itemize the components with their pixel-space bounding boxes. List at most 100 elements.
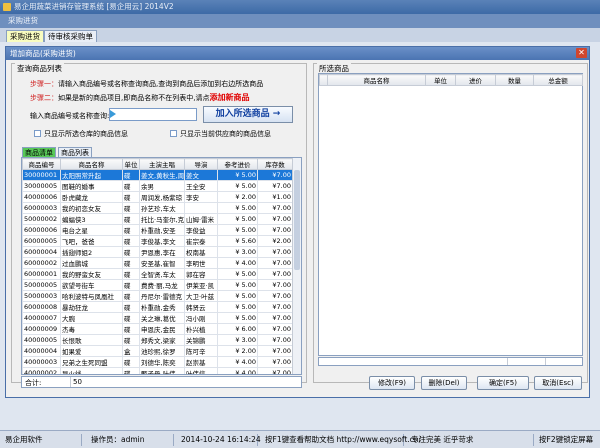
table-row[interactable]: 40000003 兄弟之生死同盟碟刘德华,陈奕 赵崇基 ¥ 4.00 ¥7.00 — [22, 356, 293, 368]
col-code[interactable]: 商品编号 — [22, 158, 61, 170]
table-cell: 卧虎藏龙 — [60, 191, 123, 203]
grid-vertical-scrollbar[interactable] — [292, 158, 301, 374]
scrollbar-thumb[interactable] — [294, 170, 300, 270]
table-cell: 杰毒 — [60, 323, 123, 335]
col-stock[interactable]: 库存数 — [257, 158, 293, 170]
table-cell: ¥ 5.00 — [217, 213, 258, 225]
table-row[interactable]: 50000002 蝙蝠侠3 碟托比·马奎尔,克 山姆·雷米 ¥ 5.00 ¥7.00 — [22, 213, 293, 225]
table-cell: ¥7.00 — [257, 345, 293, 357]
table-cell: 孙艺珍,车太 — [139, 202, 185, 214]
table-cell: ¥7.00 — [257, 312, 293, 324]
table-row[interactable]: 60000006 电台之星碟朴重勋,安圣 李俊益 ¥ 5.00 ¥7.00 — [22, 224, 293, 236]
table-cell: 冯小刚 — [184, 312, 218, 324]
checkbox-supplier-only[interactable]: 只显示当前供应商的商品信息 — [170, 129, 271, 139]
table-cell: 40000002 — [22, 367, 61, 374]
search-group-title: 查询商品列表 — [15, 63, 64, 74]
col-ref-price[interactable]: 参考进价 — [217, 158, 258, 170]
table-row[interactable]: 60000003 我的初恋女友碟孙艺珍,车太 ¥ 5.00 ¥7.00 — [22, 202, 293, 214]
grid-header-row: 商品编号 商品名称 单位 主演主唱 导演 参考进价 库存数 — [22, 158, 293, 170]
col-actors[interactable]: 主演主唱 — [139, 158, 185, 170]
table-cell — [184, 202, 218, 214]
tab-purchase[interactable]: 采购进货 — [6, 30, 44, 42]
table-cell: ¥7.00 — [257, 290, 293, 302]
sel-col-unit[interactable]: 单位 — [425, 74, 456, 86]
menu-item-purchase[interactable]: 采购进货 — [8, 16, 38, 25]
table-cell: 叶伟信 — [184, 367, 218, 374]
table-row[interactable]: 30000005 图鞋的婚事碟余男 王全安 ¥ 5.00 ¥7.00 — [22, 180, 293, 192]
table-cell: ¥7.00 — [257, 301, 293, 313]
search-input-label: 输入商品编号或名称查询: — [30, 112, 110, 120]
table-cell: 尹恩惠,李在 — [139, 246, 185, 258]
col-director[interactable]: 导演 — [184, 158, 218, 170]
table-row[interactable]: 40000007 大腕碟关之琳,葛优 冯小刚 ¥ 5.00 ¥7.00 — [22, 312, 293, 324]
dialog-title: 增加商品(采购进货) — [10, 49, 76, 58]
table-cell: 碟 — [122, 235, 140, 247]
tab-pending-review[interactable]: 待审核采购单 — [44, 30, 97, 42]
sel-col-name[interactable]: 商品名称 — [327, 74, 426, 86]
col-unit[interactable]: 单位 — [122, 158, 140, 170]
table-cell: 60000002 — [22, 257, 61, 269]
table-cell: 郑秀文,梁家 — [139, 334, 185, 346]
table-cell: 崔宗泰 — [184, 235, 218, 247]
table-cell: 40000007 — [22, 312, 61, 324]
table-row[interactable]: 40000005 长恨歌碟郑秀文,梁家 关锦鹏 ¥ 3.00 ¥7.00 — [22, 334, 293, 346]
table-row[interactable]: 50000005 欲望号街车碟费费·丽,马龙 伊莱亚·凯 ¥ 5.00 ¥7.00 — [22, 279, 293, 291]
close-icon[interactable]: ✕ — [576, 48, 587, 58]
table-cell: 插翅师姐2 — [60, 246, 123, 258]
table-row[interactable]: 60000005 飞吧，爸爸碟李俊基,李文 崔宗泰 ¥ 5.60 ¥2.00 — [22, 235, 293, 247]
table-cell: 碟 — [122, 180, 140, 192]
table-cell: 50000005 — [22, 279, 61, 291]
table-cell: 60000003 — [22, 202, 61, 214]
table-row[interactable]: 60000001 我的野蛮女友碟全智贤,车太 郭在容 ¥ 5.00 ¥7.00 — [22, 268, 293, 280]
table-cell: ¥ 5.00 — [217, 180, 258, 192]
table-cell: 60000006 — [22, 224, 61, 236]
checkbox-warehouse-only[interactable]: 只显示所选仓库的商品信息 — [34, 129, 128, 139]
table-row[interactable]: 60000008 暴劫狂龙碟朴重勋,金秀 韩贤云 ¥ 5.00 ¥7.00 — [22, 301, 293, 313]
table-cell: 30000005 — [22, 180, 61, 192]
table-cell: 碟 — [122, 169, 140, 181]
table-cell: 哈利波特与凤凰社 — [60, 290, 123, 302]
table-row[interactable]: 40000004 如果爱盒池珍熙,徐罗 陈可辛 ¥ 2.00 ¥7.00 — [22, 345, 293, 357]
table-cell: 姜文,黄秋生,周 — [139, 169, 185, 181]
table-cell: 碟 — [122, 301, 140, 313]
table-row[interactable]: 60000002 过血鹏城碟安圣基,崔智 李明世 ¥ 4.00 ¥7.00 — [22, 257, 293, 269]
table-cell: 赵崇基 — [184, 356, 218, 368]
table-cell: 甄子丹,叶伟 — [139, 367, 185, 374]
delete-button[interactable]: 删除(Del) — [421, 376, 467, 390]
checkbox-icon[interactable] — [34, 130, 41, 137]
add-new-product-link[interactable]: 添加新商品 — [209, 93, 249, 102]
table-cell: 周润发,杨紫琼 — [139, 191, 185, 203]
table-cell: ¥ 3.00 — [217, 334, 258, 346]
table-cell: ¥7.00 — [257, 257, 293, 269]
table-cell: 40000006 — [22, 191, 61, 203]
add-to-selected-button[interactable]: 加入所选商品 → — [203, 106, 293, 123]
table-row[interactable]: 50000003 哈利波特与凤凰社碟丹尼尔·雷德克 大卫·叶兹 ¥ 5.00 ¥7.00 — [22, 290, 293, 302]
table-cell: 关锦鹏 — [184, 334, 218, 346]
table-cell: 导火线 — [60, 367, 123, 374]
table-cell: 刘德华,陈奕 — [139, 356, 185, 368]
product-search-input[interactable] — [109, 108, 197, 121]
step-one-text: 请输入商品编号或名称查询商品,查询到商品后添加到右边所选商品 — [58, 80, 264, 88]
confirm-button[interactable]: 确定(F5) — [477, 376, 529, 390]
table-cell: 我的野蛮女友 — [60, 268, 123, 280]
col-name[interactable]: 商品名称 — [60, 158, 123, 170]
table-cell: 申恩庆,金民 — [139, 323, 185, 335]
sel-col-amount[interactable]: 总金额 — [533, 74, 583, 86]
status-help: 按F1键查看帮助文档 http://www.eqysoft.cn/ — [262, 434, 421, 446]
app-titlebar: 易企用蔬菜进销存管理系统 [易企用云] 2014V2 — [0, 0, 600, 14]
checkbox-icon[interactable] — [170, 130, 177, 137]
sel-col-qty[interactable]: 数量 — [495, 74, 534, 86]
table-row[interactable]: 30000001 太阳照常升起碟姜文,黄秋生,周 姜文 ¥ 5.00 ¥7.00 — [22, 169, 293, 181]
step-two-label: 步骤二： — [30, 94, 58, 102]
table-row[interactable]: 40000009 杰毒碟申恩庆,金民 朴兴植 ¥ 6.00 ¥7.00 — [22, 323, 293, 335]
table-row[interactable]: 40000002 导火线碟甄子丹,叶伟 叶伟信 ¥ 4.00 ¥7.00 — [22, 367, 293, 374]
cancel-button[interactable]: 取消(Esc) — [534, 376, 582, 390]
table-cell: 兄弟之生死同盟 — [60, 356, 123, 368]
table-cell: ¥ 5.00 — [217, 301, 258, 313]
modify-button[interactable]: 修改(F9) — [369, 376, 415, 390]
table-row[interactable]: 40000006 卧虎藏龙碟周润发,杨紫琼 李安 ¥ 2.00 ¥1.00 — [22, 191, 293, 203]
table-cell: 丹尼尔·雷德克 — [139, 290, 185, 302]
table-row[interactable]: 60000004 插翅师姐2 碟尹恩惠,李在 权南基 ¥ 3.00 ¥7.00 — [22, 246, 293, 258]
sel-col-price[interactable]: 进价 — [455, 74, 496, 86]
table-cell: 李俊益 — [184, 224, 218, 236]
